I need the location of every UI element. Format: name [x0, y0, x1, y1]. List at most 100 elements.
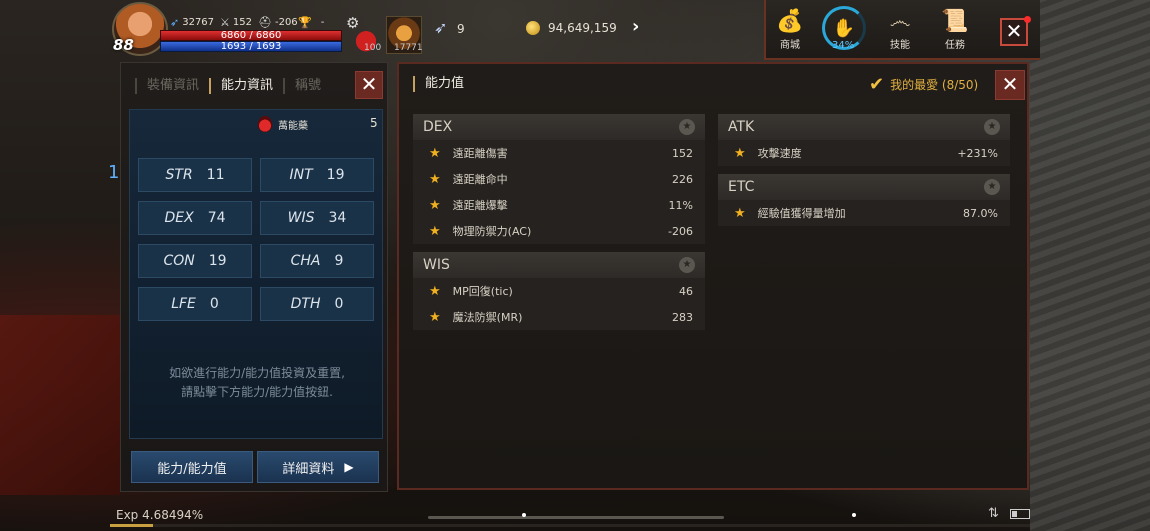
star-icon: ★ — [429, 145, 441, 161]
gold-amount: 94,649,159 — [548, 21, 617, 35]
shop-button[interactable]: 💰 商城 — [770, 8, 810, 51]
favorite-star-icon[interactable]: ★ — [984, 179, 1000, 195]
stat-str: STR 11 — [138, 158, 252, 192]
star-icon: ★ — [429, 283, 441, 299]
hud-stat-4: 🏆 - — [298, 16, 324, 29]
stat-key: INT — [289, 167, 313, 183]
group-header: ETC ★ — [718, 174, 1010, 200]
stat-row[interactable]: ★ 遠距離傷害 152 — [413, 140, 705, 166]
stat-value: 11 — [206, 167, 225, 183]
close-ability-button[interactable]: ✕ — [995, 70, 1025, 100]
hud-stat-3: ⛑ -206 — [258, 16, 298, 29]
character-level: 88 — [113, 36, 134, 54]
item-quickslot-count: 17771 — [394, 43, 423, 53]
stat-row[interactable]: ★ 經驗值獲得量增加 87.0% — [718, 200, 1010, 226]
exp-bar — [110, 524, 1030, 527]
row-label: 魔法防禦(MR) — [452, 311, 523, 324]
row-label: 遠距離傷害 — [452, 147, 508, 160]
stat-lfe: LFE 0 — [138, 287, 252, 321]
swap-icon[interactable]: ⇅ — [988, 506, 999, 521]
row-value: 11% — [668, 198, 693, 212]
gold-coin-icon — [526, 21, 540, 35]
row-value: 226 — [672, 172, 693, 186]
stat-key: DEX — [164, 210, 194, 226]
top-hud: 88 ➶ 32767 ⚔ 152 ⛑ -206 🏆 - 6860 / 6860 1693… — [0, 0, 1150, 60]
stat-row[interactable]: ★ 遠距離爆擊 11% — [413, 192, 705, 218]
hud-stat-1: ➶ 32767 — [170, 16, 214, 29]
ability-button[interactable]: 能力/能力值 — [131, 451, 253, 483]
scroll-indicator — [428, 516, 724, 519]
row-label: 物理防禦力(AC) — [452, 225, 532, 238]
hud-stat-2-value: 152 — [232, 17, 252, 28]
row-label: MP回復(tic) — [452, 285, 513, 298]
battery-icon — [1010, 509, 1030, 519]
close-info-button[interactable]: ✕ — [355, 71, 383, 99]
stat-row[interactable]: ★ 魔法防禦(MR) 283 — [413, 304, 705, 330]
star-icon: ★ — [429, 171, 441, 187]
expand-arrow-icon[interactable]: › — [632, 16, 639, 37]
stat-wis: WIS 34 — [260, 201, 374, 235]
character-info-panel: 裝備資訊 能力資訊 稱號 ✕ 萬能藥 5 STR 11 INT 19 DEX 7… — [120, 62, 388, 492]
stat-value: 19 — [208, 253, 227, 269]
exp-bar-fill — [110, 524, 154, 527]
group-wis: WIS ★ ★ MP回復(tic) 46 ★ 魔法防禦(MR) 283 — [413, 252, 705, 330]
stat-value: 0 — [334, 296, 344, 312]
tab-ability[interactable]: 能力資訊 — [209, 78, 283, 94]
row-label: 遠距離命中 — [452, 173, 508, 186]
stat-int: INT 19 — [260, 158, 374, 192]
row-value: 46 — [679, 284, 693, 298]
ability-values-panel: 能力值 ✔ 我的最愛 (8/50) ✕ DEX ★ ★ 遠距離傷害 152 ★ 遠距離… — [397, 62, 1029, 490]
feather-icon: ➶ — [434, 18, 448, 37]
side-marker: 1 — [108, 162, 120, 183]
scroll-icon: ✋ — [832, 17, 856, 39]
tab-title[interactable]: 稱號 — [283, 78, 331, 94]
favorites-label: 我的最愛 (8/50) — [890, 78, 979, 92]
hp-bar: 6860 / 6860 — [160, 30, 342, 41]
stat-con: CON 19 — [138, 244, 252, 278]
stat-dex: DEX 74 — [138, 201, 252, 235]
quest-button[interactable]: 📜 任務 — [935, 8, 975, 51]
notification-dot — [1024, 16, 1031, 23]
stat-key: DTH — [290, 296, 321, 312]
reset-hint-line-2: 請點擊下方能力/能力值按鈕. — [181, 385, 333, 399]
stat-row[interactable]: ★ 攻擊速度 +231% — [718, 140, 1010, 166]
stat-row[interactable]: ★ 物理防禦力(AC) -206 — [413, 218, 705, 244]
stat-row[interactable]: ★ MP回復(tic) 46 — [413, 278, 705, 304]
feather-count: 9 — [457, 22, 465, 36]
group-name: DEX — [423, 119, 453, 135]
trophy-icon: 🏆 — [298, 16, 312, 29]
group-name: ETC — [728, 179, 755, 195]
elixir-value: 5 — [370, 116, 378, 130]
stat-key: CHA — [290, 253, 321, 269]
stat-value: 19 — [326, 167, 345, 183]
page-dot — [852, 513, 856, 517]
progress-ring-percent: 34% — [832, 40, 855, 51]
close-menu-button[interactable]: ✕ — [1000, 18, 1028, 46]
star-icon: ★ — [734, 145, 746, 161]
row-value: +231% — [957, 146, 998, 160]
favorite-star-icon[interactable]: ★ — [679, 119, 695, 135]
stat-row[interactable]: ★ 遠距離命中 226 — [413, 166, 705, 192]
stat-value: 9 — [334, 253, 344, 269]
stat-key: WIS — [287, 210, 315, 226]
money-bag-icon: 💰 — [776, 9, 804, 34]
page-dot — [522, 513, 526, 517]
detail-button[interactable]: 詳細資料 ▶ — [257, 451, 379, 483]
checkmark-icon: ✔ — [869, 74, 885, 95]
power-icon: ➶ — [170, 16, 180, 29]
roof-scenery — [1030, 0, 1150, 531]
star-icon: ★ — [734, 205, 746, 221]
favorites-toggle[interactable]: ✔ 我的最愛 (8/50) — [869, 74, 978, 95]
skill-label: 技能 — [890, 40, 910, 51]
skill-button[interactable]: ෴ 技能 — [880, 8, 920, 51]
favorite-star-icon[interactable]: ★ — [679, 257, 695, 273]
stat-cha: CHA 9 — [260, 244, 374, 278]
favorite-star-icon[interactable]: ★ — [984, 119, 1000, 135]
elixir-row: 萬能藥 — [258, 116, 308, 132]
row-value: 283 — [672, 310, 693, 324]
group-name: ATK — [728, 119, 755, 135]
group-header: ATK ★ — [718, 114, 1010, 140]
group-dex: DEX ★ ★ 遠距離傷害 152 ★ 遠距離命中 226 ★ 遠距離爆擊 11% ★ 物理防… — [413, 114, 705, 244]
tab-equipment[interactable]: 裝備資訊 — [135, 78, 209, 94]
stat-value: 74 — [207, 210, 226, 226]
